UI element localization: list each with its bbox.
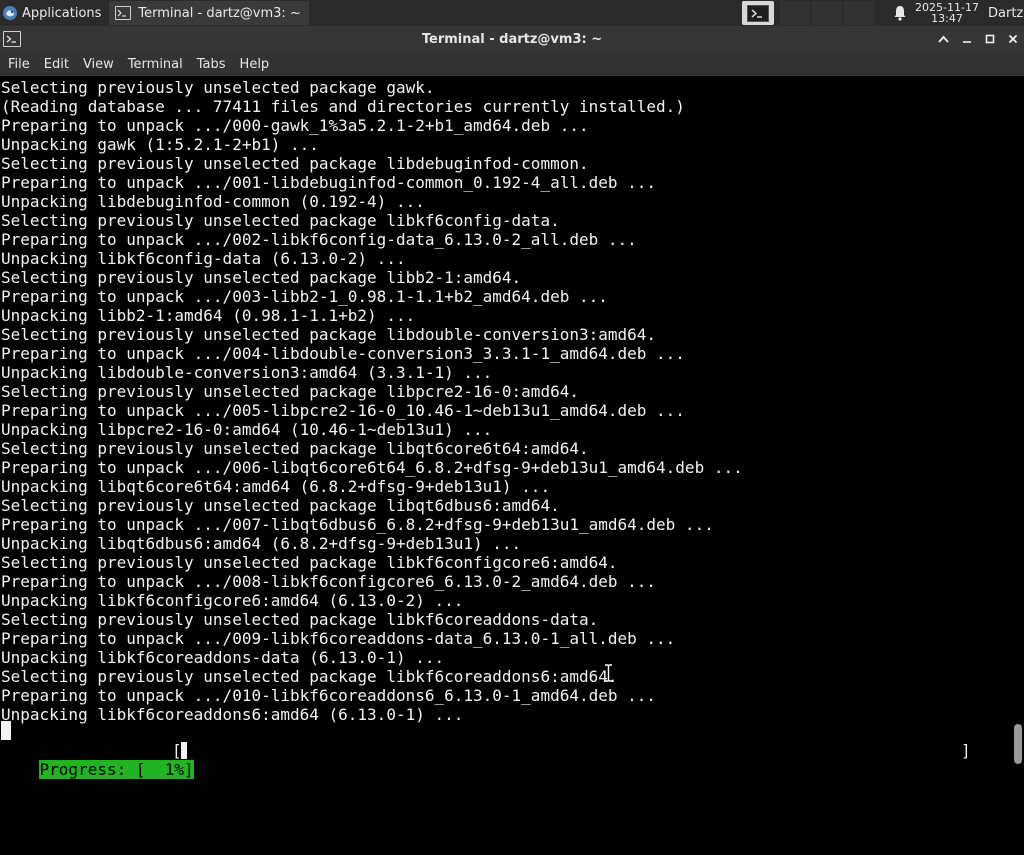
terminal-icon: [115, 6, 132, 20]
progress-bar-fill: [181, 742, 187, 759]
terminal-area[interactable]: Selecting previously unselected package …: [0, 76, 1024, 779]
close-button[interactable]: [1001, 26, 1024, 52]
terminal-line: Selecting previously unselected package …: [1, 553, 618, 572]
terminal-line: Unpacking libpcre2-16-0:amd64 (10.46-1~d…: [1, 420, 493, 439]
clock[interactable]: 2025-11-17 13:47: [914, 2, 980, 24]
terminal-line: Selecting previously unselected package …: [1, 496, 560, 515]
terminal-line: Unpacking gawk (1:5.2.1-2+b1) ...: [1, 135, 319, 154]
menu-tabs[interactable]: Tabs: [190, 57, 233, 72]
terminal-line: Preparing to unpack .../002-libkf6config…: [1, 230, 637, 249]
clock-time: 13:47: [931, 12, 963, 25]
taskbar-terminal-label: Terminal - dartz@vm3: ~: [138, 5, 301, 21]
window-titlebar[interactable]: Terminal - dartz@vm3: ~: [0, 26, 1024, 52]
terminal-line: Preparing to unpack .../001-libdebuginfo…: [1, 173, 657, 192]
terminal-line: Unpacking libqt6dbus6:amd64 (6.8.2+dfsg-…: [1, 534, 522, 553]
workspace-4[interactable]: [844, 1, 874, 25]
terminal-line: Selecting previously unselected package …: [1, 211, 560, 230]
terminal-line: Preparing to unpack .../003-libb2-1_0.98…: [1, 287, 608, 306]
xfce-logo-icon: [2, 5, 18, 21]
minimize-icon: [962, 41, 971, 43]
terminal-line: Unpacking libkf6configcore6:amd64 (6.13.…: [1, 591, 464, 610]
workspace-switcher-active[interactable]: [742, 1, 774, 25]
terminal-line: Unpacking libdebuginfod-common (0.192-4)…: [1, 192, 425, 211]
terminal-line: Preparing to unpack .../007-libqt6dbus6_…: [1, 515, 714, 534]
terminal-line: Unpacking libqt6core6t64:amd64 (6.8.2+df…: [1, 477, 551, 496]
applications-label: Applications: [22, 5, 102, 21]
terminal-line: Preparing to unpack .../010-libkf6coread…: [1, 686, 657, 705]
terminal-output: Selecting previously unselected package …: [1, 78, 1006, 724]
terminal-line: Unpacking libkf6coreaddons-data (6.13.0-…: [1, 648, 445, 667]
workspace-3[interactable]: [812, 1, 842, 25]
terminal-line: Selecting previously unselected package …: [1, 667, 618, 686]
menu-file[interactable]: File: [0, 57, 37, 72]
close-icon: [1008, 34, 1017, 44]
terminal-line: Selecting previously unselected package …: [1, 382, 579, 401]
terminal-line: Unpacking libb2-1:amd64 (0.98.1-1.1+b2) …: [1, 306, 416, 325]
terminal-line: Preparing to unpack .../004-libdouble-co…: [1, 344, 685, 363]
progress-row: Progress: [ 1%] [ ]: [0, 741, 1005, 779]
terminal-line: Preparing to unpack .../005-libpcre2-16-…: [1, 401, 685, 420]
menu-terminal[interactable]: Terminal: [121, 57, 190, 72]
progress-bracket-close: ]: [961, 741, 971, 760]
maximize-icon: [985, 34, 994, 44]
window-title: Terminal - dartz@vm3: ~: [421, 31, 603, 47]
terminal-line: Preparing to unpack .../009-libkf6coread…: [1, 629, 676, 648]
terminal-line: Unpacking libdouble-conversion3:amd64 (3…: [1, 363, 493, 382]
minimize-button[interactable]: [955, 26, 978, 52]
terminal-line: Selecting previously unselected package …: [1, 325, 657, 344]
terminal-line: (Reading database ... 77411 files and di…: [1, 97, 685, 116]
menu-view[interactable]: View: [76, 57, 121, 72]
text-cursor: [1, 721, 11, 740]
menu-edit[interactable]: Edit: [37, 57, 76, 72]
menu-help[interactable]: Help: [233, 57, 277, 72]
menubar: File Edit View Terminal Tabs Help: [0, 52, 1024, 76]
bell-icon[interactable]: [886, 0, 914, 26]
terminal-line: Unpacking libkf6coreaddons6:amd64 (6.13.…: [1, 705, 464, 724]
terminal-line: Preparing to unpack .../006-libqt6core6t…: [1, 458, 743, 477]
terminal-line: Selecting previously unselected package …: [1, 268, 522, 287]
terminal-line: Selecting previously unselected package …: [1, 78, 435, 97]
roll-up-button[interactable]: [932, 26, 955, 52]
chevron-up-icon: [938, 35, 949, 43]
scrollbar-thumb[interactable]: [1014, 724, 1022, 764]
terminal-line: Selecting previously unselected package …: [1, 439, 589, 458]
terminal-line: Preparing to unpack .../000-gawk_1%3a5.2…: [1, 116, 589, 135]
taskbar-terminal-button[interactable]: Terminal - dartz@vm3: ~: [109, 1, 309, 25]
applications-menu-button[interactable]: Applications: [0, 0, 105, 26]
scrollbar[interactable]: [1012, 80, 1022, 764]
terminal-line: Preparing to unpack .../008-libkf6config…: [1, 572, 657, 591]
terminal-icon: [3, 31, 21, 47]
terminal-line: Selecting previously unselected package …: [1, 154, 589, 173]
terminal-line: Selecting previously unselected package …: [1, 610, 599, 629]
ibeam-cursor-icon: [604, 664, 613, 682]
terminal-icon: [747, 4, 769, 22]
top-panel: Applications Terminal - dartz@vm3: ~ 202…: [0, 0, 1024, 26]
maximize-button[interactable]: [978, 26, 1001, 52]
terminal-line: Unpacking libkf6config-data (6.13.0-2) .…: [1, 249, 406, 268]
progress-label: Progress: [ 1%]: [38, 760, 194, 779]
workspace-2[interactable]: [780, 1, 810, 25]
user-menu[interactable]: Dartz: [980, 6, 1024, 21]
